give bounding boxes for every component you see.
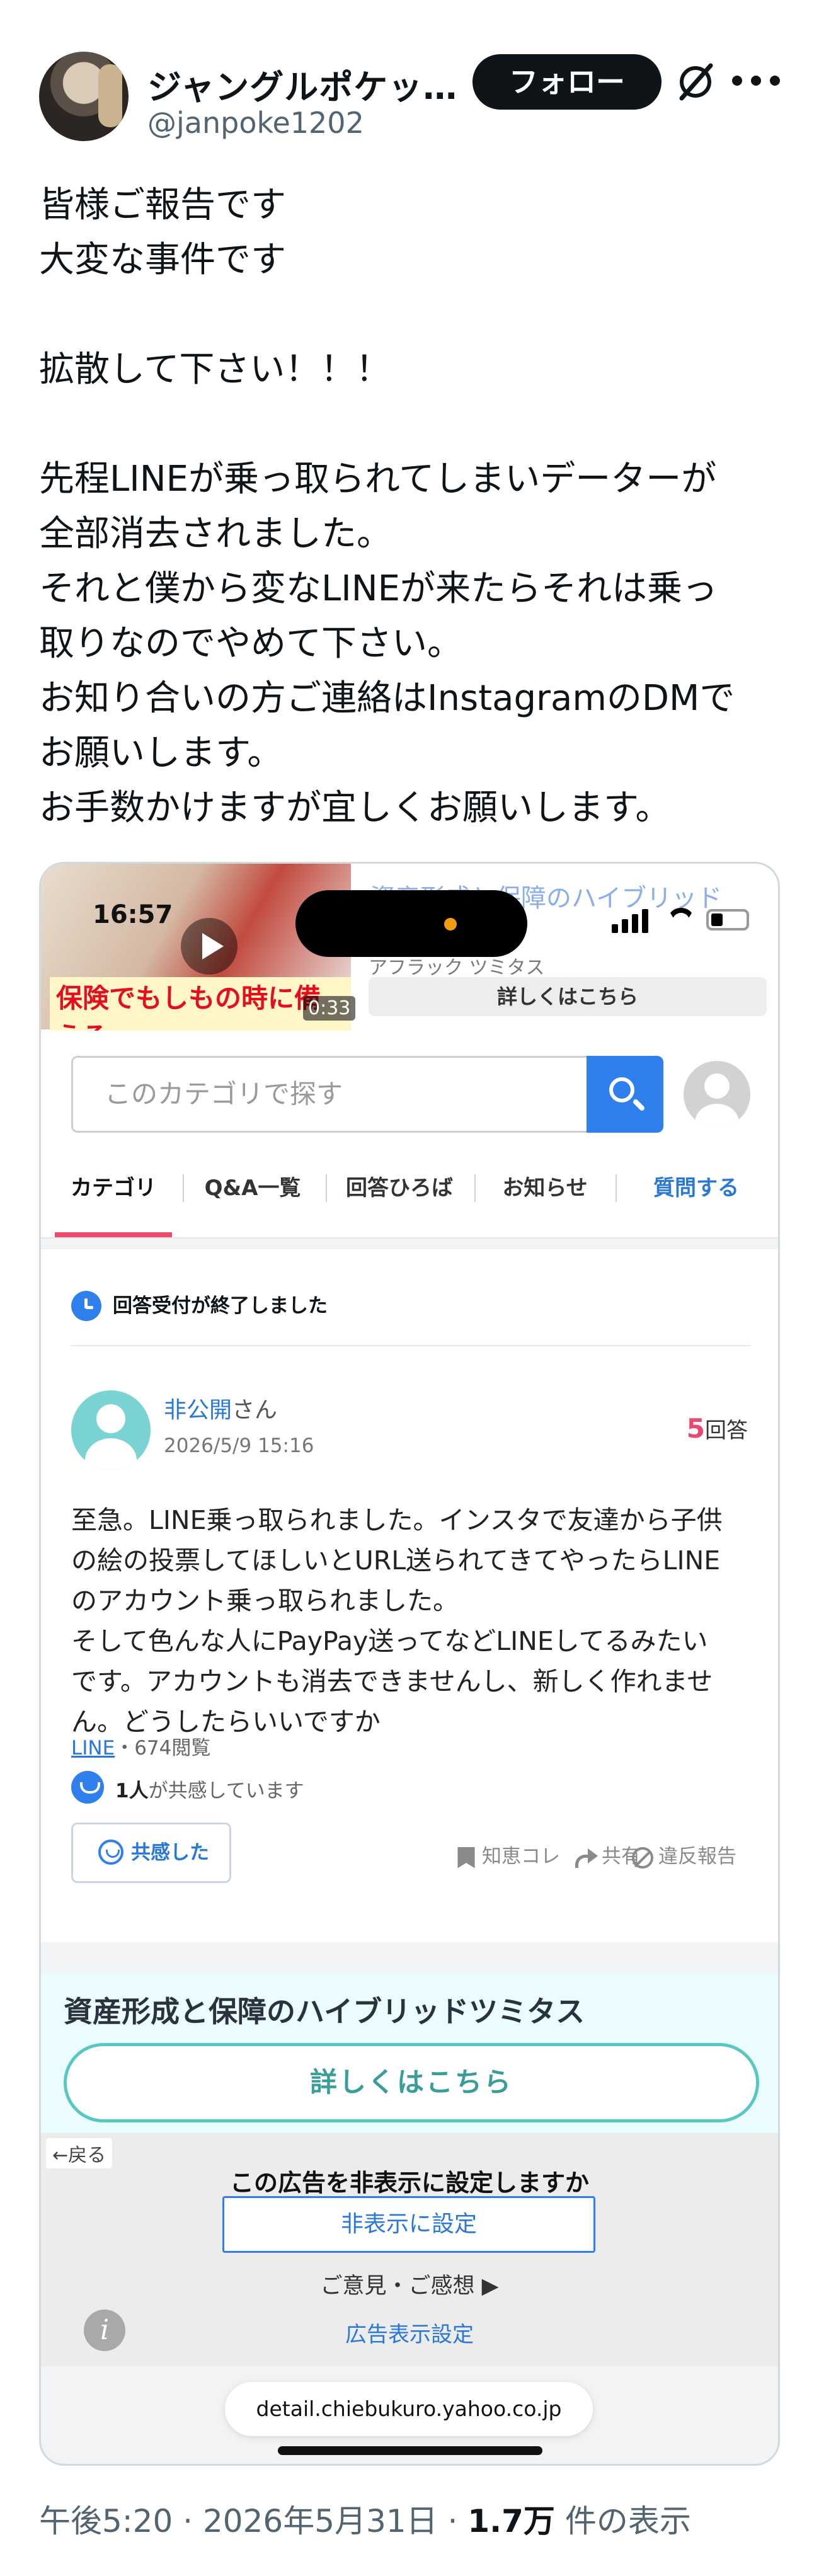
question-line: そして色んな人にPayPay送ってなどLINEしてるみたい (71, 1626, 708, 1656)
search-area: このカテゴリで探す (41, 1031, 778, 1157)
tag-row: LINE・674閲覧 (71, 1732, 210, 1760)
closed-notice-text: 回答受付が終了しました (113, 1295, 328, 1317)
feedback-link[interactable]: ご意見・ご感想 ▶ (41, 2268, 778, 2300)
report-label: 違反報告 (658, 1845, 736, 1868)
play-icon[interactable] (181, 918, 238, 975)
hide-ad-panel: ←戻る この広告を非表示に設定しますか 非表示に設定 ご意見・ご感想 ▶ 広告表… (41, 2133, 778, 2366)
tweet-meta: 午後5:20 · 2026年5月31日 · 1.7万 件の表示 (39, 2503, 691, 2539)
view-count-number: 1.7万 (467, 2503, 555, 2539)
author-display-name[interactable]: ジャングルポケッ… (147, 59, 457, 109)
question-line: のアカウント乗っ取られました。 (71, 1586, 459, 1616)
tweet-line (39, 397, 782, 452)
tweet-line: お知り合いの方ご連絡はInstagramのDMで (39, 678, 735, 719)
empathy-button-label: 共感した (131, 1841, 209, 1864)
status-time: 16:57 (93, 900, 173, 929)
attached-screenshot[interactable]: 16:57 保険でもしもの時に備える 0:33 資産形成と保障のハイブリッド ア… (39, 862, 780, 2466)
tweet-line: お願いします。 (39, 733, 283, 774)
tweet-line (39, 287, 782, 342)
smile-icon (98, 1840, 123, 1865)
answer-count-number: 5 (686, 1413, 705, 1444)
question-date: 2026/5/9 15:16 (164, 1434, 314, 1457)
share-action[interactable]: 共有 (575, 1840, 641, 1869)
url-bar[interactable]: detail.chiebukuro.yahoo.co.jp (225, 2382, 593, 2436)
tweet-line: 拡散して下さい！！！ (39, 349, 391, 390)
more-options-icon[interactable] (732, 76, 782, 88)
tab-qa-list[interactable]: Q&A一覧 (190, 1157, 316, 1237)
tweet-line: お手数かけますが宜しくお願いします。 (39, 787, 671, 828)
tweet-text: 皆様ご報告です 大変な事件です 拡散して下さい！！！ 先程LINEが乗っ取られて… (39, 178, 782, 835)
video-duration: 0:33 (303, 996, 356, 1021)
tweet-time[interactable]: 午後5:20 (39, 2503, 173, 2539)
hide-ad-button[interactable]: 非表示に設定 (222, 2196, 595, 2253)
bookmark-label: 知恵コレ (482, 1845, 560, 1868)
report-icon (632, 1846, 653, 1869)
ad-settings-link[interactable]: 広告表示設定 (41, 2317, 778, 2348)
ad-bottom-title[interactable]: 資産形成と保障のハイブリッドツミタス (64, 1989, 585, 2030)
wifi-icon (667, 908, 695, 930)
question-line: の絵の投票してほしいとURL送られてきてやったらLINE (71, 1545, 721, 1576)
question-card: 回答受付が終了しました 非公開さん 2026/5/9 15:16 5回答 至急。… (41, 1249, 778, 1942)
info-icon[interactable]: i (84, 2310, 125, 2351)
questioner-name-text: 非公開 (164, 1397, 232, 1423)
search-icon (609, 1077, 634, 1102)
top-ad: 16:57 保険でもしもの時に備える 0:33 資産形成と保障のハイブリッド ア… (41, 864, 778, 1054)
bookmark-icon (457, 1846, 475, 1869)
author-handle[interactable]: @janpoke1202 (147, 106, 364, 140)
question-line: 至急。LINE乗っ取られました。インスタで友達から子供 (71, 1505, 723, 1535)
tweet-line: 取りなのでやめて下さい。 (39, 623, 462, 664)
divider (71, 1345, 750, 1346)
status-icons (612, 904, 763, 933)
tweet-line: 大変な事件です (39, 239, 286, 280)
hide-ad-question: この広告を非表示に設定しますか (229, 2169, 589, 2197)
questioner-suffix: さん (232, 1397, 278, 1423)
author-avatar[interactable] (39, 52, 129, 141)
empathy-button[interactable]: 共感した (71, 1823, 231, 1883)
answer-count-suffix: 回答 (705, 1418, 748, 1443)
bottom-ad: 資産形成と保障のハイブリッドツミタス 詳しくはこちら (41, 1972, 778, 2133)
tab-news[interactable]: お知らせ (482, 1157, 608, 1237)
grok-icon[interactable] (675, 62, 716, 102)
ad-bottom-button[interactable]: 詳しくはこちら (64, 2043, 759, 2122)
tweet-line: 全部消去されました。 (39, 513, 392, 554)
tweet-line: 皆様ご報告です (39, 185, 286, 226)
tab-bar: カテゴリ Q&A一覧 回答ひろば お知らせ 質問する (41, 1157, 778, 1239)
share-icon (575, 1847, 598, 1869)
bookmark-action[interactable]: 知恵コレ (455, 1840, 560, 1869)
clock-icon (71, 1291, 101, 1321)
smile-icon (71, 1771, 104, 1804)
battery-icon (706, 909, 749, 930)
empathy-count: 1人 (115, 1780, 149, 1802)
dynamic-island (295, 890, 527, 957)
empathy-suffix: が共感しています (148, 1780, 304, 1802)
tab-answer-plaza[interactable]: 回答ひろば (332, 1157, 467, 1237)
ad-detail-button[interactable]: 詳しくはこちら (369, 977, 767, 1016)
search-input[interactable]: このカテゴリで探す (71, 1056, 588, 1133)
empathy-text: 1人が共感しています (115, 1775, 304, 1803)
answer-count[interactable]: 5回答 (687, 1413, 748, 1444)
questioner-name: 非公開さん (164, 1392, 277, 1424)
questioner-avatar (71, 1390, 151, 1470)
view-count: ・674閲覧 (115, 1737, 211, 1760)
tweet-line: 先程LINEが乗っ取られてしまいデーターが (39, 459, 717, 500)
view-count-label: 件の表示 (564, 2503, 691, 2539)
tweet-date[interactable]: 2026年5月31日 (203, 2503, 438, 2539)
tweet-header: ジャングルポケッ… @janpoke1202 フォロー (39, 45, 782, 152)
search-button[interactable] (587, 1056, 663, 1133)
follow-button[interactable]: フォロー (472, 54, 662, 110)
question-body: 至急。LINE乗っ取られました。インスタで友達から子供 の絵の投票してほしいとU… (71, 1500, 758, 1742)
user-avatar[interactable] (684, 1061, 750, 1128)
category-tag-link[interactable]: LINE (71, 1737, 115, 1760)
question-line: です。アカウントも消去できませんし、新しく作れませ (71, 1666, 713, 1697)
home-indicator (278, 2446, 542, 2455)
tab-ask-question[interactable]: 質問する (622, 1157, 770, 1237)
tab-category[interactable]: カテゴリ (55, 1157, 172, 1237)
report-action[interactable]: 違反報告 (632, 1840, 736, 1869)
tweet-line: それと僕から変なLINEが来たらそれは乗っ (39, 568, 718, 609)
